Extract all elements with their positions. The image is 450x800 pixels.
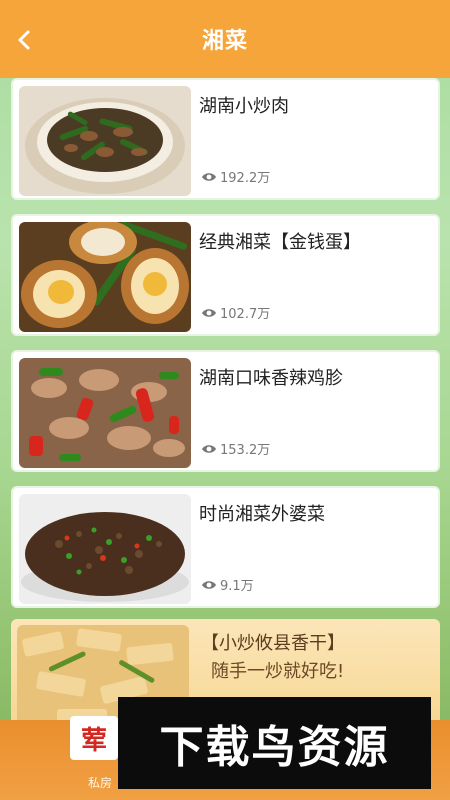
eye-icon <box>202 444 216 453</box>
recipe-image-stir-fried-pork <box>19 86 191 196</box>
bottom-badge[interactable]: 荤 <box>70 716 118 760</box>
recipe-title: 湖南小炒肉 <box>199 96 289 117</box>
recipe-image-spicy-gizzards <box>19 358 191 468</box>
chevron-left-icon <box>18 30 30 50</box>
recipe-card[interactable]: 湖南口味香辣鸡胗 153.2万 <box>11 350 440 472</box>
recipe-image-golden-eggs <box>19 222 191 332</box>
recipe-card[interactable]: 经典湘菜【金钱蛋】 102.7万 <box>11 214 440 336</box>
recipe-image-grandma-vegetables <box>19 494 191 604</box>
bottom-small-text: 私房 <box>88 776 113 790</box>
recipe-card[interactable]: 湖南小炒肉 192.2万 <box>11 78 440 200</box>
watermark-overlay: 下载鸟资源 <box>118 697 431 789</box>
recipe-title: 经典湘菜【金钱蛋】 <box>199 232 361 253</box>
watermark-text: 下载鸟资源 <box>159 722 390 773</box>
view-count-label: 9.1万 <box>220 579 254 594</box>
eye-icon <box>202 580 216 589</box>
back-button[interactable] <box>12 26 36 54</box>
page-title: 湘菜 <box>201 29 248 54</box>
promo-subtitle: 随手一炒就好吃! <box>211 661 345 682</box>
view-count-label: 192.2万 <box>220 171 271 186</box>
promo-title: 【小炒攸县香干】 <box>201 633 345 654</box>
recipe-title: 湖南口味香辣鸡胗 <box>199 368 343 389</box>
view-count-label: 102.7万 <box>220 307 271 322</box>
view-count: 153.2万 <box>201 439 270 458</box>
view-count: 192.2万 <box>201 167 270 186</box>
app-header: 湘菜 <box>0 0 450 78</box>
recipe-card[interactable]: 时尚湘菜外婆菜 9.1万 <box>11 486 440 608</box>
recipe-title: 时尚湘菜外婆菜 <box>199 504 325 525</box>
view-count: 9.1万 <box>201 575 254 594</box>
eye-icon <box>202 308 216 317</box>
view-count: 102.7万 <box>201 303 270 322</box>
view-count-label: 153.2万 <box>220 443 271 458</box>
eye-icon <box>202 172 216 181</box>
